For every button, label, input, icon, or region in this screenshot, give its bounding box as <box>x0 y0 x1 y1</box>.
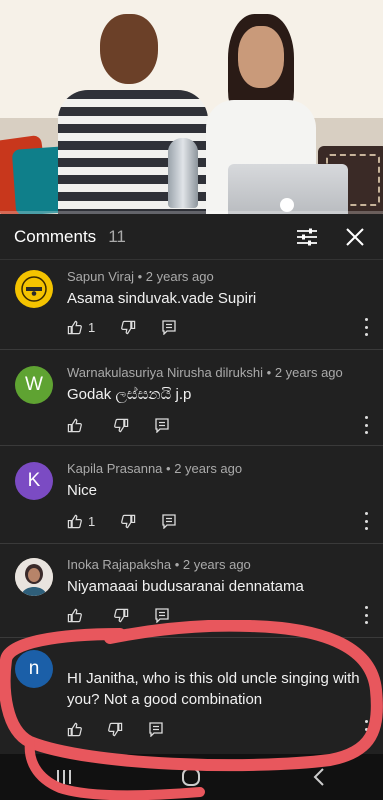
filter-icon[interactable] <box>293 223 321 251</box>
avatar-letter: W <box>25 374 43 395</box>
like-button[interactable] <box>67 722 82 737</box>
dislike-button[interactable] <box>114 608 129 623</box>
comment-text: Niyamaaai budusaranai dennatama <box>67 578 304 595</box>
comment-actions <box>67 606 195 624</box>
comment-meta: Inoka Rajapaksha • 2 years ago <box>67 557 251 572</box>
comments-header: Comments 11 <box>0 214 383 260</box>
comment-time: 2 years ago <box>174 461 243 476</box>
comment-text: Godak ලස්සනයි j.p <box>67 386 192 403</box>
comment-author[interactable]: Sapun Viraj <box>67 269 134 284</box>
comments-title: Comments <box>14 226 97 246</box>
dislike-button[interactable] <box>121 514 136 529</box>
apple-logo-icon <box>280 198 294 212</box>
avatar-letter: K <box>27 470 41 491</box>
more-icon[interactable] <box>363 416 369 434</box>
reply-button[interactable] <box>162 513 176 529</box>
comment-text: HI Janitha, who is this old uncle singin… <box>67 670 360 708</box>
dislike-button[interactable] <box>114 418 129 433</box>
thumb-down-icon <box>121 514 136 528</box>
comment-item: n HI Janitha, who is this old uncle sing… <box>0 638 383 750</box>
avatar[interactable] <box>15 558 53 596</box>
thumb-down-icon <box>108 722 123 736</box>
microphone-image <box>168 138 198 208</box>
thumb-down-icon <box>114 418 129 432</box>
more-icon[interactable] <box>363 512 369 530</box>
comment-author[interactable]: Kapila Prasanna <box>67 461 162 476</box>
comment-time: 2 years ago <box>145 269 214 284</box>
comment-time: 2 years ago <box>182 557 251 572</box>
thumb-up-icon <box>67 320 82 334</box>
reply-icon <box>155 607 169 623</box>
comment-time: 2 years ago <box>274 365 343 380</box>
thumb-down-icon <box>121 320 136 334</box>
system-nav-bar <box>0 754 383 800</box>
video-player[interactable] <box>0 0 383 214</box>
reply-button[interactable] <box>149 721 163 737</box>
reply-icon <box>162 513 176 529</box>
dislike-button[interactable] <box>108 722 123 737</box>
more-icon[interactable] <box>363 318 369 336</box>
video-person-head <box>100 14 158 84</box>
comment-meta: Kapila Prasanna • 2 years ago <box>67 461 243 476</box>
comment-actions <box>67 416 195 434</box>
like-count: 1 <box>88 513 96 529</box>
avatar-letter: n <box>28 658 40 679</box>
avatar[interactable]: K <box>15 462 53 500</box>
reply-button[interactable] <box>155 417 169 433</box>
reply-icon <box>149 721 163 737</box>
comment-actions: 1 <box>67 512 202 530</box>
reply-button[interactable] <box>162 319 176 335</box>
avatar[interactable]: W <box>15 366 53 404</box>
comments-list: Sapun Viraj • 2 years ago Asama sinduvak… <box>0 260 383 750</box>
reply-icon <box>162 319 176 335</box>
comment-text: Nice <box>67 482 98 499</box>
comment-meta: Warnakulasuriya Nirusha dilrukshi • 2 ye… <box>67 365 343 380</box>
comment-item: K Kapila Prasanna • 2 years ago Nice 1 <box>0 446 383 544</box>
comment-item: W Warnakulasuriya Nirusha dilrukshi • 2 … <box>0 350 383 446</box>
comments-count: 11 <box>108 226 126 246</box>
avatar[interactable]: n <box>15 650 53 688</box>
video-person-head <box>238 26 284 88</box>
comment-item: Inoka Rajapaksha • 2 years ago Niyamaaai… <box>0 544 383 638</box>
avatar[interactable] <box>15 270 53 308</box>
comment-author[interactable]: Warnakulasuriya Nirusha dilrukshi <box>67 365 263 380</box>
thumb-up-icon <box>67 514 82 528</box>
dislike-button[interactable] <box>121 320 136 335</box>
laptop-image <box>228 164 348 214</box>
comment-author[interactable]: Inoka Rajapaksha <box>67 557 171 572</box>
recent-apps-icon[interactable] <box>44 762 84 792</box>
like-count: 1 <box>88 319 96 335</box>
like-button[interactable] <box>67 608 88 623</box>
comment-meta: Sapun Viraj • 2 years ago <box>67 269 214 284</box>
comment-text: Asama sinduvak.vade Supiri <box>67 290 257 307</box>
thumb-up-icon <box>67 418 82 432</box>
like-button[interactable]: 1 <box>67 320 95 335</box>
like-button[interactable] <box>67 418 88 433</box>
thumb-up-icon <box>67 722 82 736</box>
comment-actions <box>67 720 189 738</box>
thumb-up-icon <box>67 608 82 622</box>
reply-button[interactable] <box>155 607 169 623</box>
comment-actions: 1 <box>67 318 202 336</box>
like-button[interactable]: 1 <box>67 514 95 529</box>
thumb-down-icon <box>114 608 129 622</box>
more-icon[interactable] <box>363 606 369 624</box>
more-icon[interactable] <box>363 720 369 738</box>
back-icon[interactable] <box>299 762 339 792</box>
reply-icon <box>155 417 169 433</box>
comment-item: Sapun Viraj • 2 years ago Asama sinduvak… <box>0 260 383 350</box>
home-icon[interactable] <box>171 762 211 792</box>
close-icon[interactable] <box>341 223 369 251</box>
